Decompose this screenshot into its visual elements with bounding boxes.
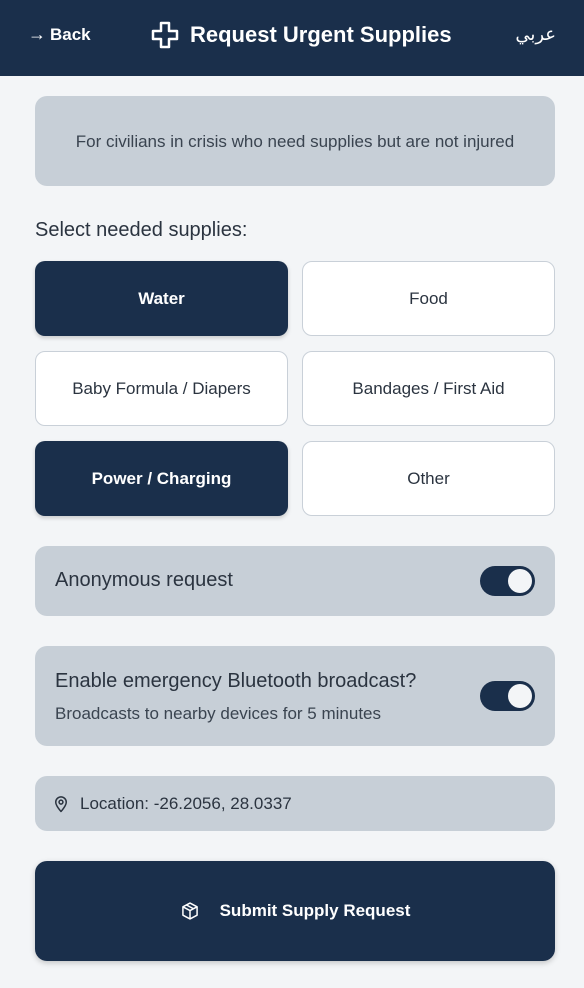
medical-cross-icon xyxy=(151,21,179,49)
supply-option-power[interactable]: Power / Charging xyxy=(35,441,288,516)
map-pin-icon xyxy=(55,795,67,812)
supply-option-other[interactable]: Other xyxy=(302,441,555,516)
info-banner: For civilians in crisis who need supplie… xyxy=(35,96,555,186)
supply-option-label: Baby Formula / Diapers xyxy=(72,378,251,398)
app-header: → Back Request Urgent Supplies عربي xyxy=(0,0,584,76)
toggle-knob xyxy=(508,684,532,708)
location-text: Location: -26.2056, 28.0337 xyxy=(80,793,292,813)
page-title-group: Request Urgent Supplies xyxy=(150,20,452,50)
package-icon xyxy=(181,902,198,920)
supply-option-label: Other xyxy=(407,468,450,488)
supplies-label: Select needed supplies: xyxy=(35,219,248,241)
anonymous-request-card: Anonymous request xyxy=(35,546,555,616)
page-title: Request Urgent Supplies xyxy=(190,22,452,47)
supply-option-bandages[interactable]: Bandages / First Aid xyxy=(302,351,555,426)
back-button[interactable]: → Back xyxy=(28,24,91,45)
toggle-knob xyxy=(508,569,532,593)
location-display: Location: -26.2056, 28.0337 xyxy=(35,776,555,831)
bluetooth-broadcast-sublabel: Broadcasts to nearby devices for 5 minut… xyxy=(55,704,381,723)
bluetooth-broadcast-card: Enable emergency Bluetooth broadcast? Br… xyxy=(35,646,555,746)
supply-option-water[interactable]: Water xyxy=(35,261,288,336)
submit-label: Submit Supply Request xyxy=(219,901,411,920)
submit-supply-request-button[interactable]: Submit Supply Request xyxy=(35,861,555,961)
supply-option-label: Water xyxy=(138,288,185,308)
bluetooth-broadcast-toggle[interactable] xyxy=(480,681,535,711)
supply-option-baby-formula[interactable]: Baby Formula / Diapers xyxy=(35,351,288,426)
anonymous-request-label: Anonymous request xyxy=(55,569,233,591)
back-label: Back xyxy=(50,24,91,44)
info-text: For civilians in crisis who need supplie… xyxy=(75,131,515,151)
supply-option-label: Bandages / First Aid xyxy=(352,378,505,398)
arrow-right-icon: → xyxy=(28,24,46,44)
supply-option-food[interactable]: Food xyxy=(302,261,555,336)
supply-option-label: Power / Charging xyxy=(91,468,232,488)
language-toggle[interactable]: عربي xyxy=(515,24,556,45)
anonymous-request-toggle[interactable] xyxy=(480,566,535,596)
supply-option-label: Food xyxy=(409,288,448,308)
bluetooth-broadcast-label: Enable emergency Bluetooth broadcast? xyxy=(55,670,417,692)
